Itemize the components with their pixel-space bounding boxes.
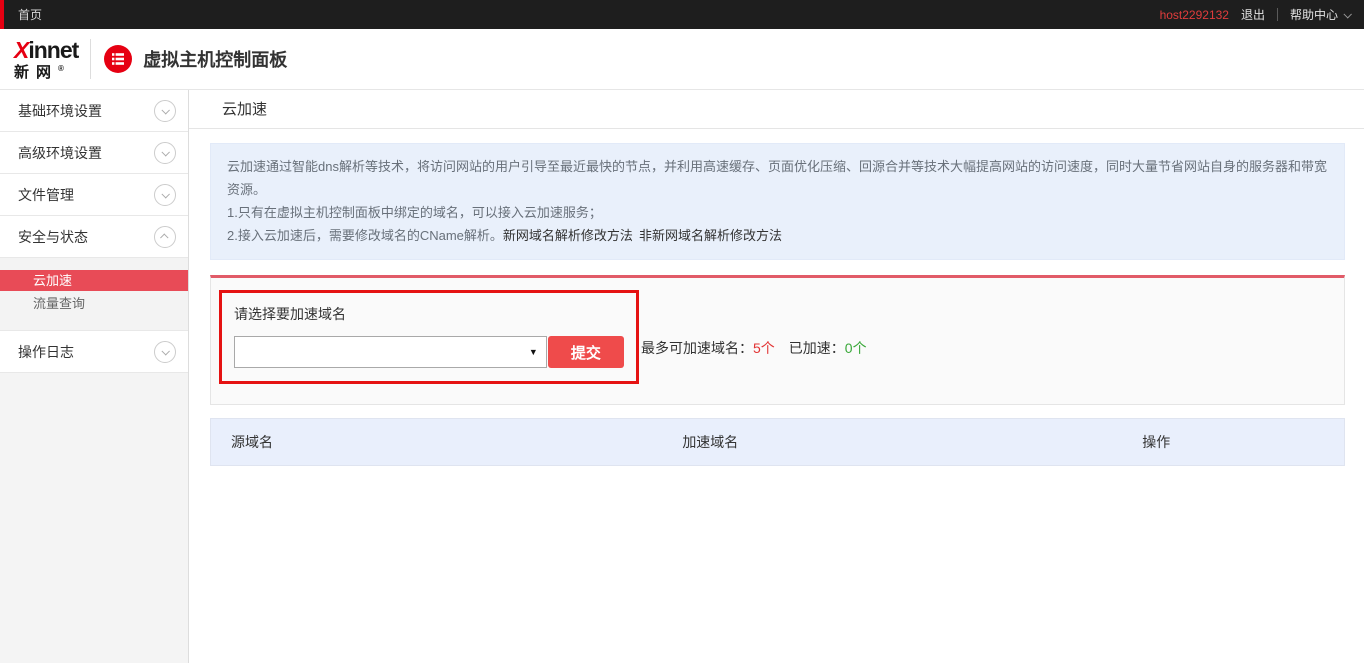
- form-row: ▼ 提交: [234, 336, 624, 368]
- topbar-right: host2292132 退出 帮助中心: [1160, 6, 1350, 23]
- info-line-3: 2.接入云加速后，需要修改域名的CName解析。新网域名解析修改方法非新网域名解…: [227, 224, 1328, 247]
- help-center-link[interactable]: 帮助中心: [1290, 6, 1350, 23]
- sidebar-subitem-cloud-acceleration[interactable]: 云加速: [0, 270, 188, 291]
- layout: 基础环境设置 高级环境设置 文件管理 安全与状态 云加速 流量查询 操作日志 云…: [0, 90, 1364, 663]
- logo-en-text: Xinnet: [14, 39, 78, 62]
- quota-max-label: 最多可加速域名：: [641, 340, 753, 356]
- topbar: 首页 host2292132 退出 帮助中心: [0, 0, 1364, 29]
- sidebar-item-label: 文件管理: [18, 185, 74, 205]
- sidebar-subitem-traffic-query[interactable]: 流量查询: [0, 293, 188, 314]
- sidebar-item-operation-log[interactable]: 操作日志: [0, 331, 188, 373]
- sidebar-item-label: 安全与状态: [18, 227, 88, 247]
- highlight-annotation-box: 请选择要加速域名 ▼ 提交: [219, 290, 639, 384]
- chevron-down-icon: [154, 100, 176, 122]
- xinnet-dns-guide-link[interactable]: 新网域名解析修改方法: [503, 228, 633, 243]
- main-panel: 云加速 云加速通过智能dns解析等技术，将访问网站的用户引导至最近最快的节点，并…: [189, 90, 1364, 663]
- non-xinnet-dns-guide-link[interactable]: 非新网域名解析修改方法: [639, 228, 782, 243]
- page-title: 虚拟主机控制面板: [143, 46, 287, 72]
- quota-used-label: 已加速：: [789, 340, 845, 356]
- logo-rest-text: innet: [28, 37, 78, 63]
- chevron-down-icon: [154, 184, 176, 206]
- sidebar-item-basic-env[interactable]: 基础环境设置: [0, 90, 188, 132]
- accelerated-domains-table: 源域名 加速域名 操作: [210, 418, 1345, 466]
- quota-status: 最多可加速域名：5个已加速：0个: [641, 338, 867, 358]
- chevron-down-icon: [154, 341, 176, 363]
- logo-cn-chars: 新网: [14, 64, 58, 81]
- column-header-actions: 操作: [1142, 432, 1344, 452]
- app-header: Xinnet 新网® 虚拟主机控制面板: [0, 29, 1364, 90]
- sidebar-item-label: 高级环境设置: [18, 143, 102, 163]
- home-link[interactable]: 首页: [18, 6, 42, 23]
- sidebar-item-security-status[interactable]: 安全与状态: [0, 216, 188, 258]
- info-box: 云加速通过智能dns解析等技术，将访问网站的用户引导至最近最快的节点，并利用高速…: [210, 143, 1345, 260]
- topbar-accent-stripe: [0, 0, 4, 29]
- logo-x-glyph: X: [14, 37, 28, 63]
- logo-cn-text: 新网®: [14, 65, 78, 80]
- quota-max-value: 5个: [753, 340, 775, 356]
- chevron-down-icon: [1343, 10, 1351, 18]
- column-header-source-domain: 源域名: [211, 432, 682, 452]
- sidebar-item-advanced-env[interactable]: 高级环境设置: [0, 132, 188, 174]
- column-header-accelerated-domain: 加速域名: [682, 432, 1142, 452]
- chevron-up-icon: [154, 226, 176, 248]
- table-header-row: 源域名 加速域名 操作: [210, 418, 1345, 466]
- info-line-3-prefix: 2.接入云加速后，需要修改域名的CName解析。: [227, 228, 503, 243]
- domain-select-wrap: ▼: [234, 336, 547, 368]
- sidebar: 基础环境设置 高级环境设置 文件管理 安全与状态 云加速 流量查询 操作日志: [0, 90, 189, 663]
- logout-link[interactable]: 退出: [1241, 6, 1265, 23]
- chevron-down-icon: [154, 142, 176, 164]
- sidebar-item-label: 基础环境设置: [18, 101, 102, 121]
- topbar-divider: [1277, 8, 1278, 21]
- registered-mark: ®: [58, 64, 64, 73]
- help-center-label: 帮助中心: [1290, 6, 1338, 23]
- sidebar-item-label: 操作日志: [18, 342, 74, 362]
- sidebar-submenu: 云加速 流量查询: [0, 258, 188, 331]
- section-title: 云加速: [189, 90, 1364, 129]
- submit-button[interactable]: 提交: [548, 336, 624, 368]
- acceleration-form-section: 请选择要加速域名 ▼ 提交 最多可加速域名：5个已加速：0个: [210, 275, 1345, 405]
- xinnet-logo[interactable]: Xinnet 新网®: [14, 39, 78, 80]
- control-panel-menu-icon: [104, 45, 132, 73]
- sidebar-item-file-management[interactable]: 文件管理: [0, 174, 188, 216]
- domain-select[interactable]: [234, 336, 547, 368]
- content-area: 云加速通过智能dns解析等技术，将访问网站的用户引导至最近最快的节点，并利用高速…: [189, 129, 1364, 466]
- info-line-1: 云加速通过智能dns解析等技术，将访问网站的用户引导至最近最快的节点，并利用高速…: [227, 155, 1328, 201]
- header-divider: [90, 39, 91, 79]
- username-label: host2292132: [1160, 8, 1229, 22]
- domain-select-label: 请选择要加速域名: [234, 304, 624, 324]
- info-line-2: 1.只有在虚拟主机控制面板中绑定的域名，可以接入云加速服务；: [227, 201, 1328, 224]
- quota-used-value: 0个: [845, 340, 867, 356]
